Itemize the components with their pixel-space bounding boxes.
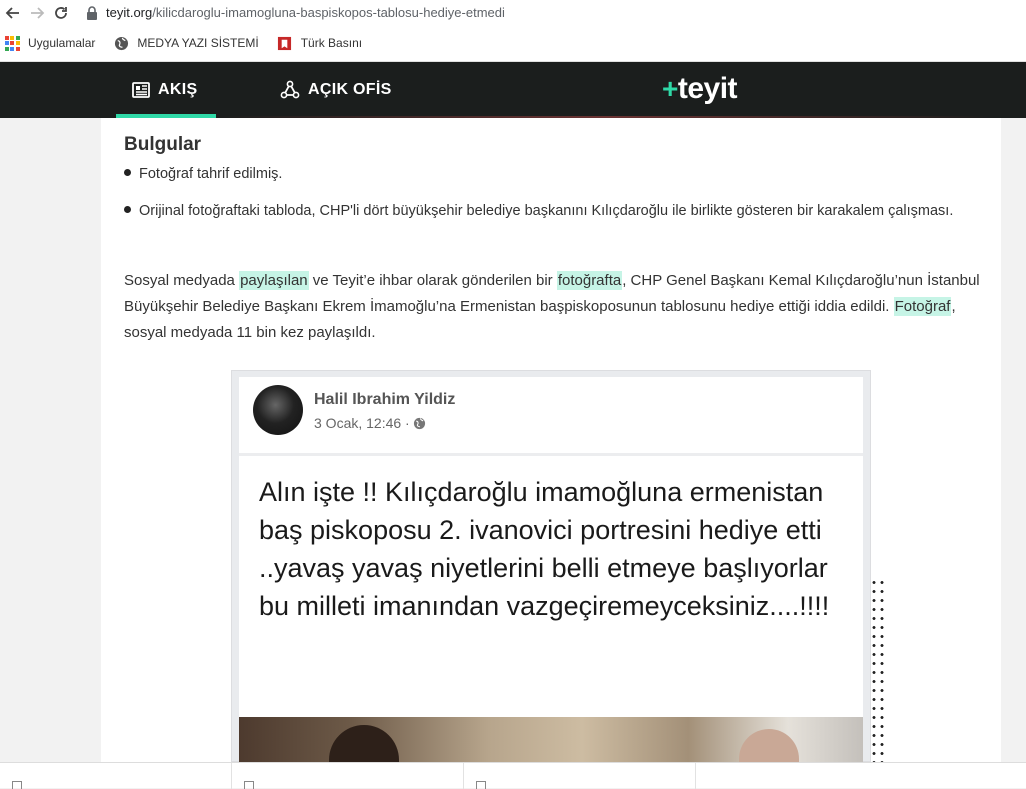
apps-grid-icon [4, 35, 20, 51]
finding-item: Fotoğraf tahrif edilmiş. [124, 164, 984, 185]
tab-acik-ofis[interactable]: AÇIK OFİS [280, 62, 392, 118]
download-item[interactable] [232, 763, 464, 789]
post-author: Halil Ibrahim Yildiz [314, 391, 456, 408]
site-header: AKIŞ AÇIK OFİS + teyit [0, 62, 1026, 118]
post-meta: 3 Ocak, 12:46 · [314, 415, 426, 431]
link-fotograf[interactable]: Fotoğraf [893, 297, 952, 316]
paragraph-text: Sosyal medyada [124, 272, 240, 289]
logo-plus: + [662, 73, 678, 104]
globe-icon [113, 35, 129, 51]
finding-text: Orijinal fotoğraftaki tabloda, CHP'li dö… [139, 203, 954, 219]
avatar [253, 385, 303, 435]
triangle-circles-icon [280, 80, 300, 99]
bookmark-turk-basini[interactable]: Türk Basını [277, 35, 362, 51]
article-body: Bulgular Fotoğraf tahrif edilmiş. Orijin… [101, 118, 1001, 763]
bullet-dot [124, 206, 131, 213]
bookmark-label: MEDYA YAZI SİSTEMİ [137, 36, 259, 50]
back-button[interactable] [2, 2, 24, 24]
photo-figure [739, 729, 799, 763]
globe-icon [413, 417, 425, 429]
bookmark-apps[interactable]: Uygulamalar [4, 35, 95, 51]
bullet-dot [124, 169, 131, 176]
bookmark-medya[interactable]: MEDYA YAZI SİSTEMİ [113, 35, 259, 51]
browser-toolbar: teyit.org/kilicdaroglu-imamogluna-baspis… [0, 0, 1026, 25]
download-item[interactable] [464, 763, 696, 789]
photo-figure [329, 725, 399, 763]
tab-akis[interactable]: AKIŞ [116, 62, 216, 118]
tab-label: AKIŞ [158, 81, 198, 98]
bookmarks-bar: Uygulamalar MEDYA YAZI SİSTEMİ Türk Bası… [0, 25, 1026, 62]
dotted-decoration [870, 578, 886, 762]
findings-title: Bulgular [124, 134, 202, 155]
arrow-right-icon [31, 6, 45, 19]
post-text: Alın işte !! Kılıçdaroğlu imamoğluna erm… [259, 477, 830, 621]
url-text: teyit.org/kilicdaroglu-imamogluna-baspis… [106, 5, 505, 20]
divider [239, 453, 863, 456]
arrow-left-icon [5, 6, 19, 19]
reload-button[interactable] [50, 2, 72, 24]
article-paragraph: Sosyal medyada paylaşılan ve Teyit’e ihb… [124, 268, 984, 346]
logo-text: teyit [677, 72, 738, 105]
post-photo [239, 717, 863, 763]
finding-item: Orijinal fotoğraftaki tabloda, CHP'li dö… [124, 201, 984, 222]
address-bar[interactable]: teyit.org/kilicdaroglu-imamogluna-baspis… [86, 2, 505, 24]
url-path: /kilicdaroglu-imamogluna-baspiskopos-tab… [152, 5, 505, 20]
red-bookmark-icon [277, 35, 293, 51]
bookmark-label: Uygulamalar [28, 36, 96, 50]
reload-icon [55, 6, 67, 19]
post-date: 3 Ocak, 12:46 · [314, 415, 410, 431]
tab-label: AÇIK OFİS [308, 81, 392, 98]
facebook-post: Halil Ibrahim Yildiz 3 Ocak, 12:46 · Alı… [239, 377, 863, 763]
bookmark-label: Türk Basını [300, 36, 363, 50]
embedded-screenshot: Halil Ibrahim Yildiz 3 Ocak, 12:46 · Alı… [231, 370, 871, 763]
paragraph-text: ve Teyit’e ihbar olarak gönderilen bir [308, 272, 557, 289]
finding-text: Fotoğraf tahrif edilmiş. [139, 166, 283, 182]
forward-button[interactable] [26, 2, 48, 24]
downloads-bar [0, 762, 1026, 789]
newspaper-icon [132, 82, 150, 98]
download-item[interactable] [0, 763, 232, 789]
link-fotografta[interactable]: fotoğrafta [556, 271, 623, 290]
url-host: teyit.org [106, 5, 153, 20]
teyit-logo[interactable]: + teyit [662, 72, 738, 106]
lock-icon [87, 5, 97, 20]
link-paylasilan[interactable]: paylaşılan [239, 271, 309, 290]
